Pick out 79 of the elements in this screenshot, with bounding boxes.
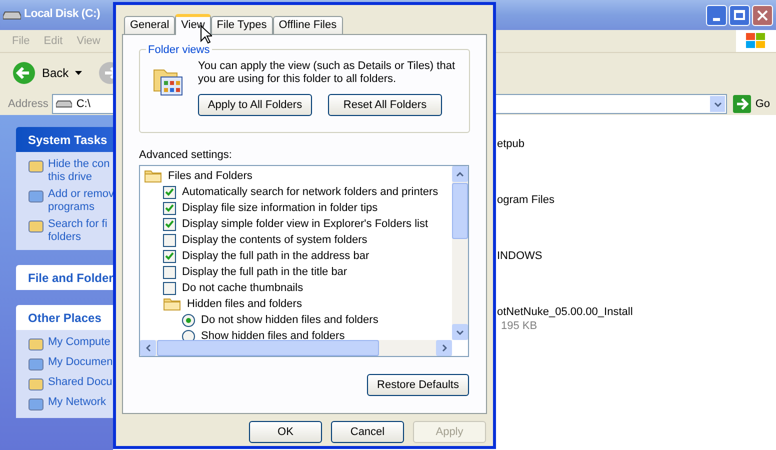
drive-icon bbox=[3, 10, 21, 20]
checkbox[interactable] bbox=[163, 218, 176, 230]
checkbox[interactable] bbox=[163, 234, 176, 246]
task-link[interactable]: My Documen bbox=[48, 356, 113, 369]
task-icon bbox=[28, 218, 44, 234]
setting-group-label: Files and Folders bbox=[168, 168, 252, 184]
setting-group-label: Hidden files and folders bbox=[187, 296, 302, 312]
folder-icon bbox=[144, 169, 162, 183]
folder-icon bbox=[163, 297, 181, 311]
chevron-down-icon bbox=[714, 102, 722, 106]
back-button[interactable]: Back bbox=[12, 61, 82, 85]
file-detail: 195 KB bbox=[500, 319, 538, 333]
tab[interactable]: File Types bbox=[210, 16, 273, 34]
task-link[interactable]: Shared Docu bbox=[48, 376, 112, 389]
close-icon bbox=[757, 10, 768, 20]
folder-views-button[interactable]: Apply to All Folders bbox=[198, 94, 312, 116]
task-panel-header[interactable]: Other Places bbox=[16, 305, 113, 330]
advanced-settings-label: Advanced settings: bbox=[139, 149, 233, 162]
chevron-right-icon bbox=[442, 344, 446, 352]
task-icon bbox=[28, 158, 44, 174]
place-icon bbox=[28, 356, 44, 372]
setting-label: Display file size information in folder tips bbox=[182, 200, 378, 216]
setting-label: Display the full path in the address bar bbox=[182, 248, 370, 264]
place-icon bbox=[28, 396, 44, 412]
radio-button[interactable] bbox=[182, 330, 195, 340]
tab[interactable]: General bbox=[124, 16, 176, 34]
close-button[interactable] bbox=[752, 4, 773, 26]
task-panel-header[interactable]: File and Folder bbox=[16, 265, 113, 290]
caret-icon bbox=[74, 71, 82, 75]
setting-label: Display the full path in the title bar bbox=[182, 264, 348, 280]
file-name[interactable]: INDOWS bbox=[497, 249, 633, 263]
tab[interactable]: Offline Files bbox=[272, 16, 343, 34]
flag-logo-icon bbox=[745, 32, 767, 50]
tab[interactable]: View bbox=[175, 14, 211, 35]
scroll-thumb[interactable] bbox=[452, 183, 468, 239]
file-name[interactable]: otNetNuke_05.00.00_Install bbox=[497, 305, 633, 319]
dropdown-button[interactable] bbox=[710, 96, 726, 112]
chevron-left-icon bbox=[146, 344, 150, 352]
task-icon bbox=[28, 188, 44, 204]
folder-views-button[interactable]: Reset All Folders bbox=[328, 94, 442, 116]
maximize-button[interactable] bbox=[729, 4, 750, 26]
minimize-button[interactable] bbox=[706, 4, 727, 26]
setting-label: Do not cache thumbnails bbox=[182, 280, 304, 296]
setting-label: Show hidden files and folders bbox=[201, 328, 345, 340]
place-icon bbox=[28, 376, 44, 392]
drive-icon bbox=[56, 100, 72, 108]
dialog-button[interactable]: Cancel bbox=[331, 421, 404, 443]
file-name[interactable]: ogram Files bbox=[497, 193, 633, 207]
folder-views-description: You can apply the view (such as Details or Tiles) that you are using for this folder to all folders. bbox=[198, 60, 456, 86]
task-link[interactable]: My Network bbox=[48, 396, 106, 409]
setting-label: Display the contents of system folders bbox=[182, 232, 368, 248]
go-button[interactable]: Go bbox=[731, 95, 772, 113]
chevron-up-icon bbox=[456, 172, 464, 176]
chevron-down-icon bbox=[456, 330, 464, 334]
setting-label: Automatically search for network folders and printers bbox=[182, 184, 438, 200]
checkbox[interactable] bbox=[163, 186, 176, 198]
checkbox[interactable] bbox=[163, 266, 176, 278]
go-arrow-icon bbox=[733, 95, 752, 113]
file-name[interactable]: etpub bbox=[497, 137, 633, 151]
place-icon bbox=[28, 336, 44, 352]
vertical-scrollbar[interactable] bbox=[452, 166, 468, 340]
setting-label: Display simple folder view in Explorer's Folders list bbox=[182, 216, 428, 232]
radio-button[interactable] bbox=[182, 314, 195, 326]
check-icon bbox=[165, 252, 174, 260]
scroll-thumb[interactable] bbox=[157, 340, 379, 356]
task-link[interactable]: Add or remov programs bbox=[48, 188, 114, 214]
restore-defaults-button[interactable]: Restore Defaults bbox=[367, 374, 469, 396]
task-panel-header[interactable]: System Tasks bbox=[16, 127, 113, 152]
task-link[interactable]: Hide the con this drive bbox=[48, 158, 110, 184]
task-link[interactable]: Search for fi folders bbox=[48, 218, 108, 244]
checkbox[interactable] bbox=[163, 202, 176, 214]
horizontal-scrollbar[interactable] bbox=[140, 340, 452, 356]
dialog-button[interactable]: OK bbox=[249, 421, 322, 443]
window-title: Local Disk (C:) bbox=[24, 7, 100, 22]
setting-label: Do not show hidden files and folders bbox=[201, 312, 378, 328]
address-label: Address bbox=[8, 96, 48, 112]
checkbox[interactable] bbox=[163, 250, 176, 262]
checkbox[interactable] bbox=[163, 282, 176, 294]
task-link[interactable]: My Compute bbox=[48, 336, 110, 349]
